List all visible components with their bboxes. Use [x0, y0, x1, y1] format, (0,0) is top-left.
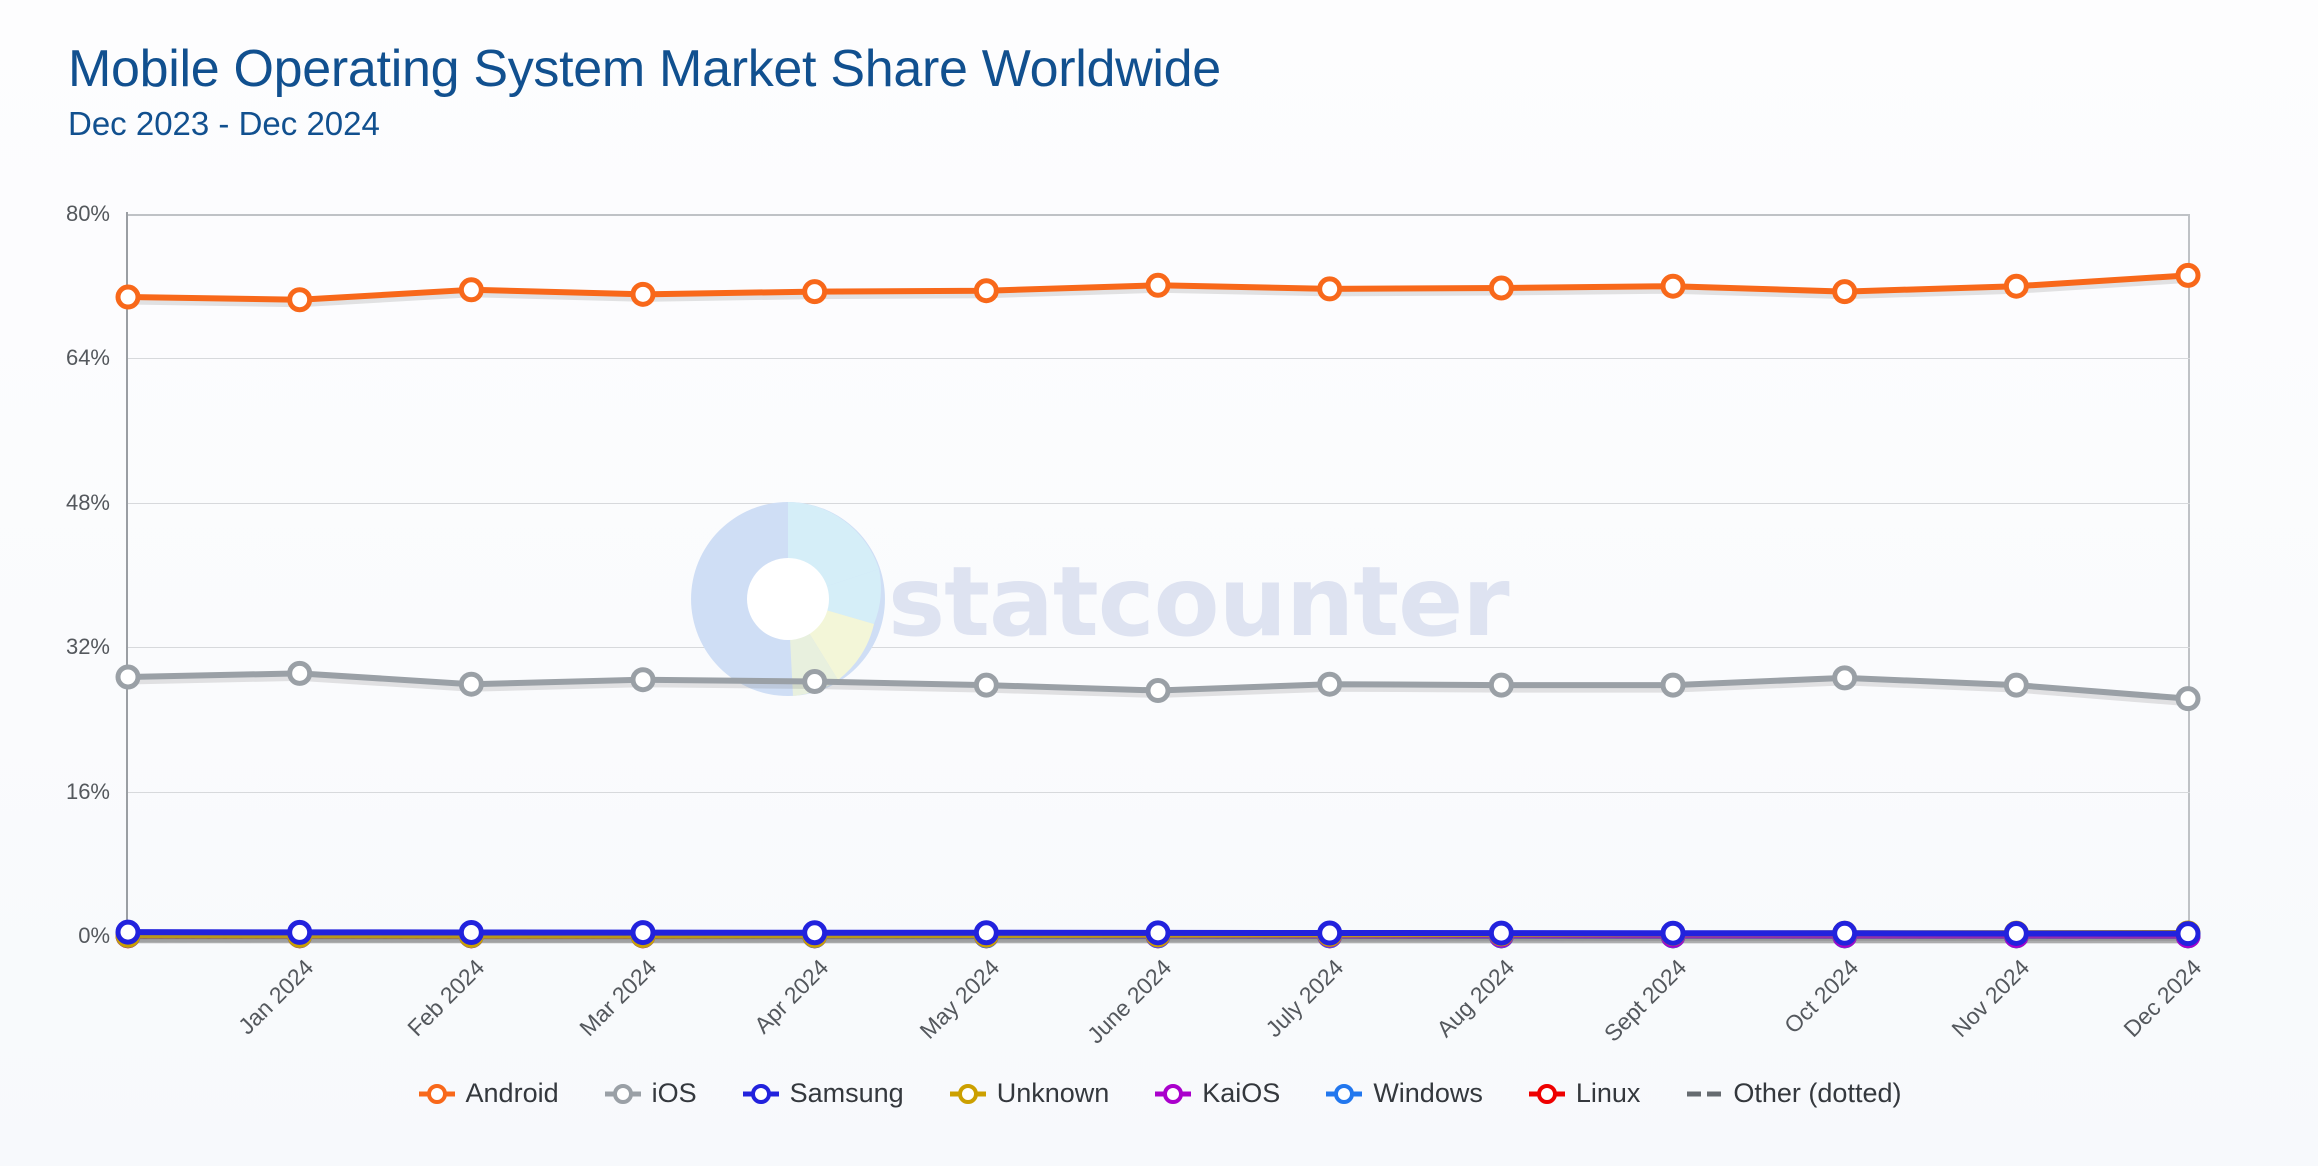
data-point[interactable]: [1317, 671, 1343, 697]
legend-item-ios[interactable]: iOS: [603, 1078, 697, 1109]
data-point[interactable]: [1488, 275, 1514, 301]
data-point[interactable]: [2003, 273, 2029, 299]
data-point[interactable]: [973, 278, 999, 304]
data-point[interactable]: [115, 664, 141, 690]
legend-label: Other (dotted): [1733, 1078, 1902, 1108]
y-tick-label: 64%: [65, 345, 110, 371]
data-point[interactable]: [1832, 920, 1858, 946]
data-point[interactable]: [458, 277, 484, 303]
legend-circle-marker-icon: [1528, 1083, 1565, 1104]
x-tick-label: Mar 2024: [574, 954, 662, 1042]
x-tick-label: Oct 2024: [1778, 954, 1864, 1039]
legend-circle-marker-icon: [1155, 1083, 1192, 1104]
data-point[interactable]: [630, 920, 656, 946]
x-tick-label: Apr 2024: [748, 954, 834, 1039]
data-point[interactable]: [2003, 672, 2029, 698]
data-point[interactable]: [1317, 276, 1343, 302]
legend-item-linux[interactable]: Linux: [1527, 1078, 1641, 1109]
data-point[interactable]: [1488, 920, 1514, 946]
data-point[interactable]: [1660, 273, 1686, 299]
statcounter-chart-page: Mobile Operating System Market Share Wor…: [0, 0, 2318, 1166]
legend-label: Linux: [1575, 1078, 1641, 1108]
x-tick-label: June 2024: [1082, 954, 1177, 1049]
y-tick-label: 0%: [78, 923, 110, 948]
legend-dashed-line-icon: [1687, 1091, 1722, 1096]
series-ios[interactable]: [115, 660, 2201, 712]
data-point[interactable]: [287, 660, 313, 686]
y-tick-label: 80%: [65, 201, 110, 226]
legend-circle-marker-icon: [604, 1083, 641, 1104]
data-point[interactable]: [630, 667, 656, 693]
legend-circle-marker-icon: [418, 1083, 455, 1104]
legend-item-android[interactable]: Android: [417, 1078, 559, 1109]
x-tick-label: Feb 2024: [402, 954, 490, 1042]
legend-label: Unknown: [996, 1078, 1110, 1108]
legend-label: iOS: [651, 1078, 697, 1108]
data-point[interactable]: [973, 672, 999, 698]
chart-legend: Android iOS Samsung Unknown KaiOS Windows Linu…: [0, 1078, 2318, 1109]
data-point[interactable]: [2003, 920, 2029, 946]
data-point[interactable]: [1317, 920, 1343, 946]
data-point[interactable]: [2175, 686, 2201, 712]
y-tick-label: 16%: [65, 778, 110, 804]
data-point[interactable]: [1660, 920, 1686, 946]
data-point[interactable]: [287, 287, 313, 313]
legend-label: Windows: [1373, 1078, 1483, 1108]
x-tick-label: Jan 2024: [232, 954, 319, 1040]
data-point[interactable]: [287, 919, 313, 945]
series-layer: [115, 262, 2201, 949]
x-tick-label: Sept 2024: [1598, 954, 1692, 1047]
legend-label: KaiOS: [1202, 1078, 1281, 1108]
data-point[interactable]: [115, 284, 141, 310]
legend-item-kaios[interactable]: KaiOS: [1153, 1078, 1280, 1109]
data-point[interactable]: [1832, 665, 1858, 691]
data-point[interactable]: [802, 669, 828, 694]
data-point[interactable]: [630, 281, 656, 307]
data-point[interactable]: [115, 919, 141, 945]
legend-item-unknown[interactable]: Unknown: [948, 1078, 1110, 1109]
legend-label: Samsung: [789, 1078, 904, 1108]
x-tick-label: July 2024: [1260, 954, 1349, 1043]
legend-item-other-dotted[interactable]: Other (dotted): [1684, 1078, 1901, 1109]
data-point[interactable]: [1145, 920, 1171, 946]
y-tick-label: 32%: [65, 634, 110, 660]
data-point[interactable]: [973, 920, 999, 946]
data-point[interactable]: [1145, 272, 1171, 298]
legend-circle-marker-icon: [949, 1083, 986, 1104]
series-android[interactable]: [115, 262, 2201, 313]
data-point[interactable]: [458, 671, 484, 697]
data-point[interactable]: [1145, 678, 1171, 704]
data-point[interactable]: [1832, 279, 1858, 305]
x-tick-label: Dec 2024: [2118, 954, 2207, 1043]
x-tick-label: Aug 2024: [1431, 954, 1520, 1043]
chart-subtitle: Dec 2023 - Dec 2024: [68, 105, 380, 143]
data-point[interactable]: [1660, 672, 1686, 698]
data-point[interactable]: [802, 920, 828, 946]
page-title: Mobile Operating System Market Share Wor…: [68, 40, 1221, 98]
legend-item-windows[interactable]: Windows: [1324, 1078, 1483, 1109]
legend-label: Android: [465, 1078, 559, 1108]
legend-circle-marker-icon: [1326, 1083, 1363, 1104]
chart-header: Mobile Operating System Market Share Wor…: [68, 40, 1868, 144]
y-tick-label: 48%: [65, 489, 110, 515]
legend-item-samsung[interactable]: Samsung: [741, 1078, 904, 1109]
data-point[interactable]: [458, 919, 484, 945]
x-tick-label: May 2024: [914, 954, 1005, 1044]
data-point[interactable]: [802, 279, 828, 305]
legend-circle-marker-icon: [742, 1083, 779, 1104]
data-point[interactable]: [2175, 262, 2201, 288]
data-point[interactable]: [1488, 672, 1514, 698]
plot-area: 0% 16% 32% 48% 64% 80% Jan 2024 Feb 2024 Mar 20…: [66, 201, 2206, 1048]
x-tick-label: Nov 2024: [1946, 954, 2035, 1043]
data-point[interactable]: [2175, 921, 2201, 947]
